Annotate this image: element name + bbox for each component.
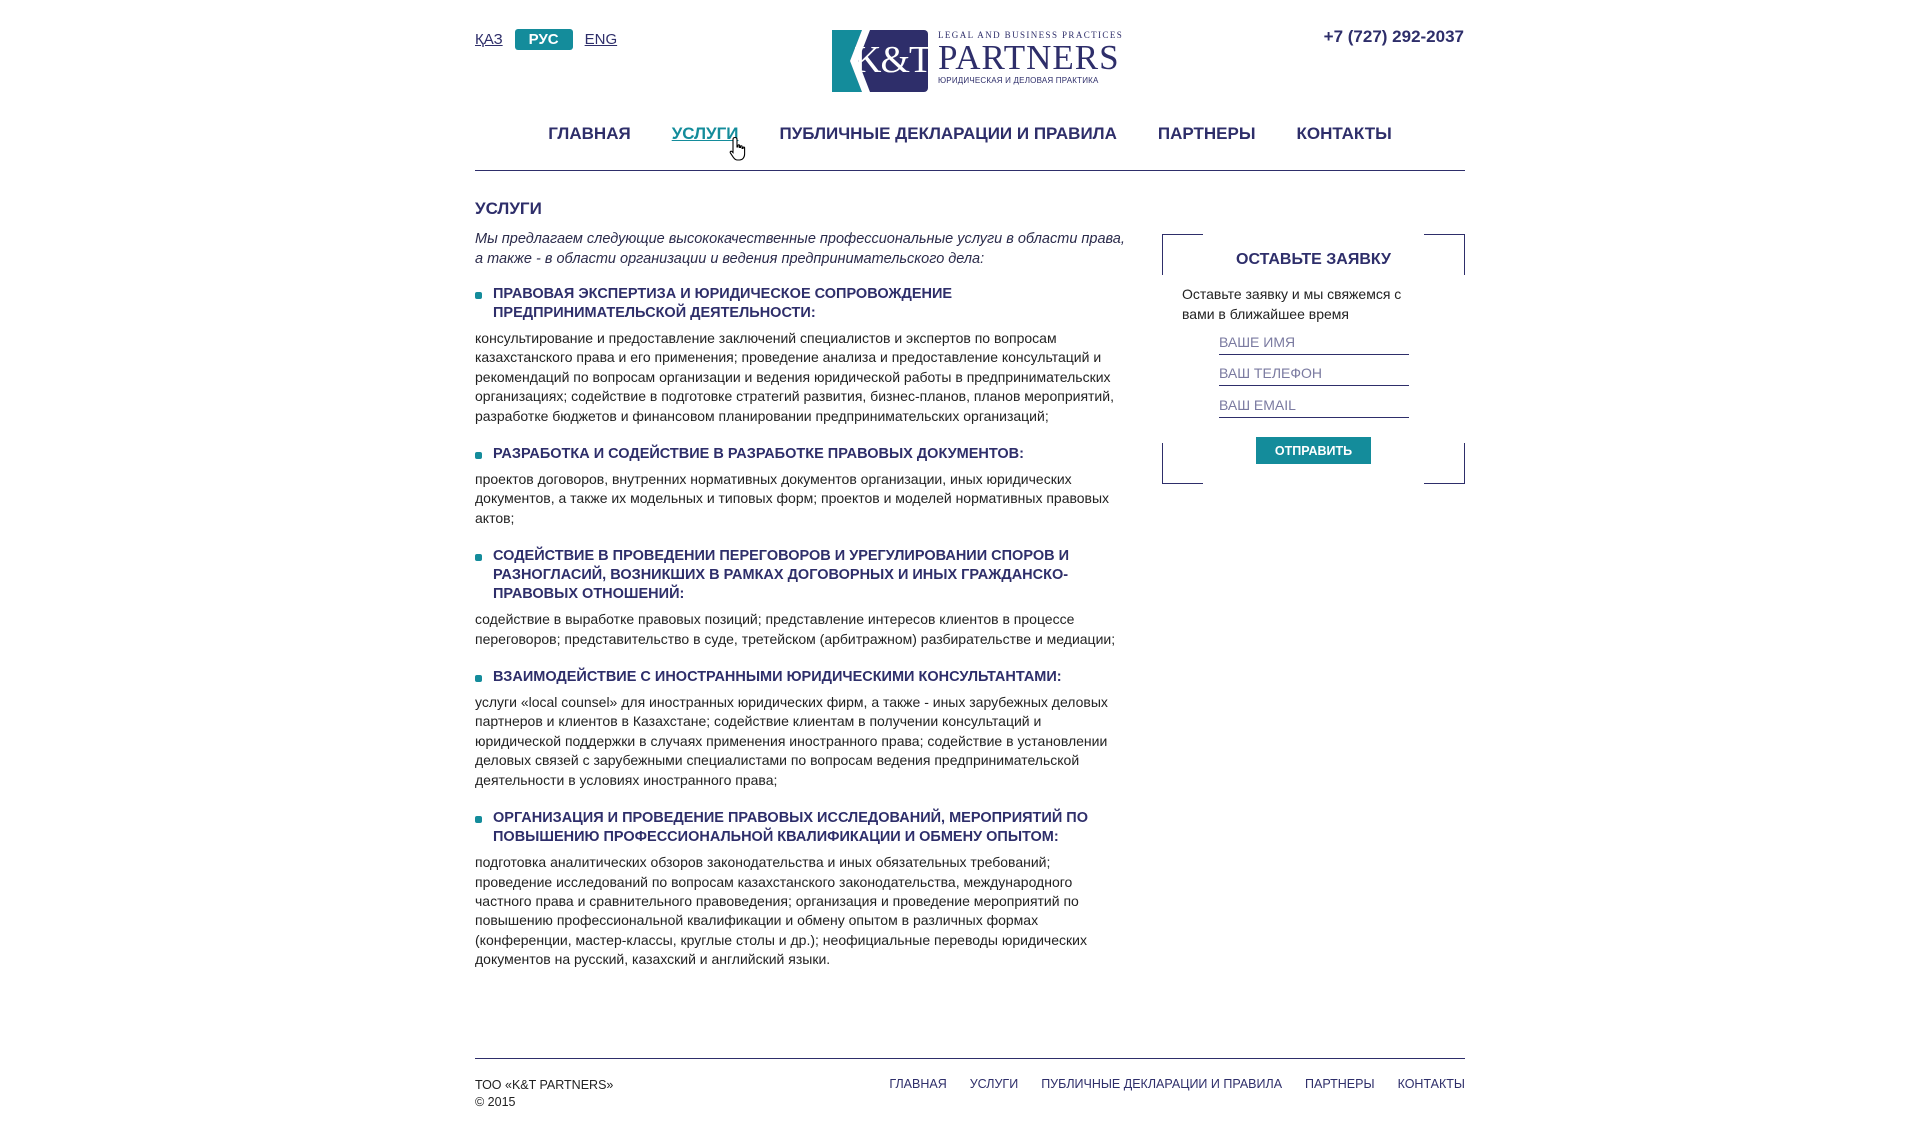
- logo-mark-icon: K&T: [832, 30, 932, 92]
- page: ҚАЗ РУС ENG K&T LEGAL AND BUSINESS PRACT…: [0, 0, 1920, 1145]
- bullet-icon: [475, 554, 482, 562]
- main-nav: ГЛАВНАЯ УСЛУГИ ПУБЛИЧНЫЕ ДЕКЛАРАЦИИ И ПР…: [475, 124, 1465, 144]
- footer-company: ТОО «K&T PARTNERS»: [475, 1078, 614, 1092]
- form-title: ОСТАВЬТЕ ЗАЯВКУ: [1236, 251, 1391, 268]
- header-phone[interactable]: +7 (727) 292-2037: [1324, 27, 1464, 47]
- service-text: проектов договоров, внутренних нормативн…: [475, 471, 1110, 526]
- logo-name: PARTNERS: [938, 38, 1120, 77]
- service-heading: СОДЕЙСТВИЕ В ПРОВЕДЕНИИ ПЕРЕГОВОРОВ И УР…: [493, 548, 1070, 603]
- lang-kaz-link[interactable]: ҚАЗ: [475, 31, 503, 48]
- form-frame-corner: [1424, 443, 1465, 484]
- form-description: Оставьте заявку и мы свяжемся с вами в б…: [1182, 286, 1402, 322]
- service-item: ОРГАНИЗАЦИЯ И ПРОВЕДЕНИЕ ПРАВОВЫХ ИССЛЕД…: [475, 809, 1125, 969]
- name-field[interactable]: [1219, 330, 1409, 355]
- service-heading: ОРГАНИЗАЦИЯ И ПРОВЕДЕНИЕ ПРАВОВЫХ ИССЛЕД…: [493, 810, 1088, 846]
- service-text: консультирование и предоставление заключ…: [475, 330, 1114, 424]
- page-title: УСЛУГИ: [475, 199, 542, 218]
- service-text: услуги «local counsel» для иностранных ю…: [475, 694, 1108, 788]
- service-text: содействие в выработке правовых позиций;…: [475, 611, 1116, 647]
- service-text: подготовка аналитических обзоров законод…: [475, 854, 1087, 968]
- footer-copyright-block: ТОО «K&T PARTNERS» © 2015: [475, 1077, 613, 1111]
- nav-item-declarations[interactable]: ПУБЛИЧНЫЕ ДЕКЛАРАЦИИ И ПРАВИЛА: [779, 124, 1116, 144]
- service-heading: ПРАВОВАЯ ЭКСПЕРТИЗА И ЮРИДИЧЕСКОЕ СОПРОВ…: [493, 286, 953, 321]
- language-switcher: ҚАЗ РУС ENG: [475, 29, 617, 50]
- footer-divider: [475, 1058, 1465, 1059]
- logo-tagline-bottom: ЮРИДИЧЕСКАЯ И ДЕЛОВАЯ ПРАКТИКА: [938, 76, 1099, 85]
- request-form: ОСТАВЬТЕ ЗАЯВКУ Оставьте заявку и мы свя…: [1162, 234, 1465, 484]
- site-logo[interactable]: K&T LEGAL AND BUSINESS PRACTICES PARTNER…: [832, 30, 1123, 92]
- footer-copyright: © 2015: [475, 1095, 516, 1109]
- footer-nav-contacts[interactable]: КОНТАКТЫ: [1398, 1077, 1465, 1091]
- nav-item-partners[interactable]: ПАРТНЕРЫ: [1158, 124, 1256, 144]
- logo-mark-text: K&T: [854, 39, 932, 81]
- service-item: РАЗРАБОТКА И СОДЕЙСТВИЕ В РАЗРАБОТКЕ ПРА…: [475, 445, 1125, 528]
- logo-wordmark: LEGAL AND BUSINESS PRACTICES PARTNERS ЮР…: [938, 30, 1123, 85]
- footer-nav: ГЛАВНАЯ УСЛУГИ ПУБЛИЧНЫЕ ДЕКЛАРАЦИИ И ПР…: [889, 1077, 1465, 1091]
- footer-nav-home[interactable]: ГЛАВНАЯ: [889, 1077, 946, 1091]
- footer-nav-partners[interactable]: ПАРТНЕРЫ: [1305, 1077, 1375, 1091]
- submit-button[interactable]: ОТПРАВИТЬ: [1256, 437, 1371, 464]
- bullet-icon: [475, 675, 482, 683]
- bullet-icon: [475, 292, 482, 299]
- service-heading: ВЗАИМОДЕЙСТВИЕ С ИНОСТРАННЫМИ ЮРИДИЧЕСКИ…: [493, 669, 1062, 686]
- footer-nav-services[interactable]: УСЛУГИ: [970, 1077, 1018, 1091]
- bullet-icon: [475, 816, 482, 824]
- phone-field[interactable]: [1219, 361, 1409, 386]
- service-item: ВЗАИМОДЕЙСТВИЕ С ИНОСТРАННЫМИ ЮРИДИЧЕСКИ…: [475, 668, 1125, 790]
- service-item: ПРАВОВАЯ ЭКСПЕРТИЗА И ЮРИДИЧЕСКОЕ СОПРОВ…: [475, 285, 1125, 426]
- service-item: СОДЕЙСТВИЕ В ПРОВЕДЕНИИ ПЕРЕГОВОРОВ И УР…: [475, 547, 1125, 649]
- nav-item-home[interactable]: ГЛАВНАЯ: [548, 124, 630, 144]
- lang-rus-link[interactable]: РУС: [514, 29, 573, 50]
- form-frame-corner: [1162, 443, 1203, 484]
- services-intro: Мы предлагаем следующие высококачественн…: [475, 231, 1125, 267]
- email-field[interactable]: [1219, 393, 1409, 418]
- lang-eng-link[interactable]: ENG: [585, 31, 618, 48]
- header-divider: [475, 170, 1465, 171]
- bullet-icon: [475, 452, 482, 460]
- footer-nav-declarations[interactable]: ПУБЛИЧНЫЕ ДЕКЛАРАЦИИ И ПРАВИЛА: [1041, 1077, 1282, 1091]
- service-heading: РАЗРАБОТКА И СОДЕЙСТВИЕ В РАЗРАБОТКЕ ПРА…: [493, 446, 1024, 463]
- services-content: УСЛУГИ Мы предлагаем следующие высококач…: [475, 199, 1125, 989]
- nav-item-contacts[interactable]: КОНТАКТЫ: [1296, 124, 1391, 144]
- hand-pointer-icon: [729, 136, 746, 161]
